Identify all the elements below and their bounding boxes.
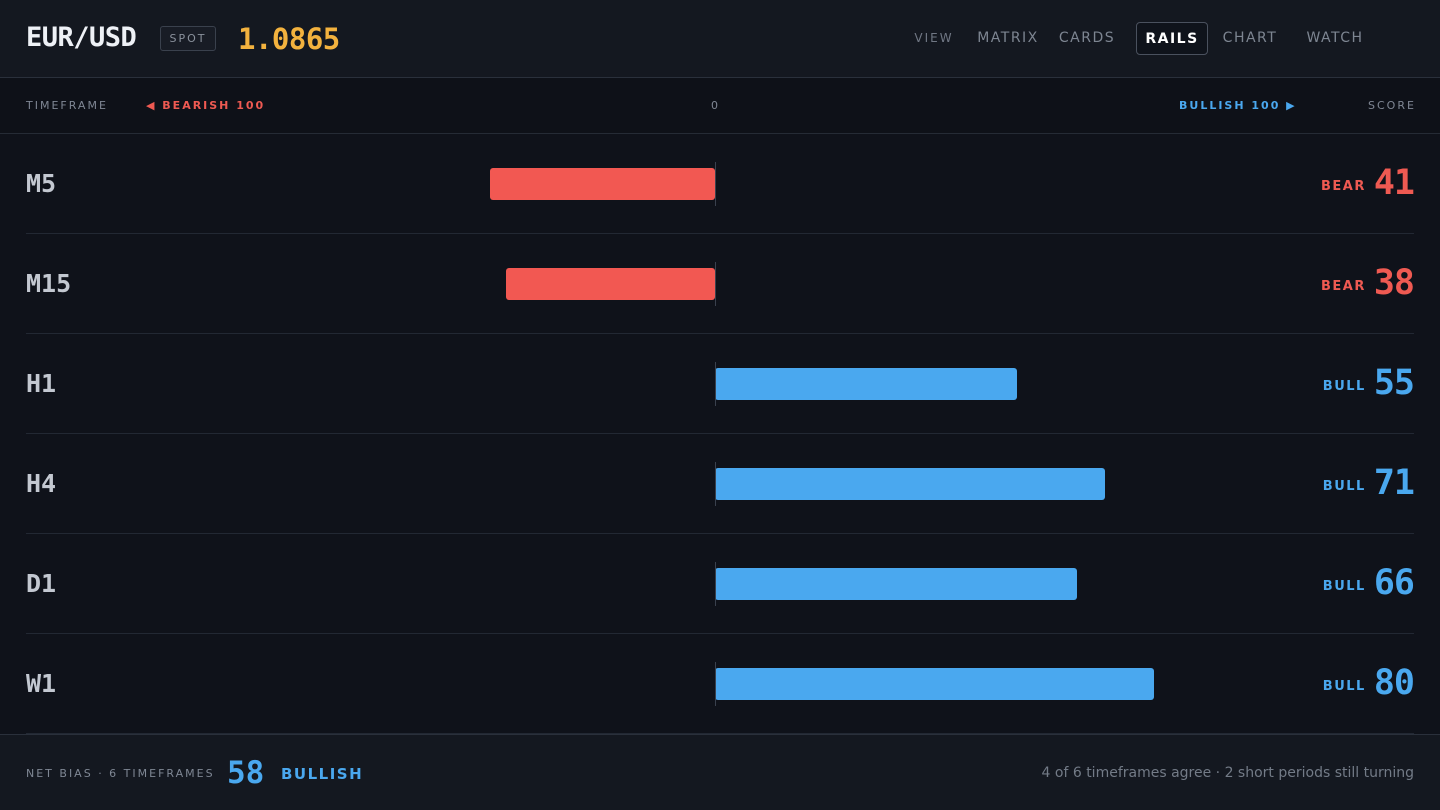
direction-label: BULL	[1322, 579, 1366, 594]
timeframe-label: M15	[26, 269, 72, 298]
view-label: VIEW	[914, 31, 954, 45]
bearish-scale-label: ◀ BEARISH 100	[146, 99, 266, 112]
score-column-label: SCORE	[1368, 99, 1416, 112]
zero-axis-line	[715, 362, 716, 406]
column-header: TIMEFRAME ◀ BEARISH 100 0 BULLISH 100 ▶ …	[0, 78, 1440, 134]
rail-row[interactable]: D1 BULL 66	[26, 534, 1415, 634]
score-value: 38	[1373, 263, 1415, 303]
top-bar: EUR/USD SPOT 1.0865 VIEW MATRIX CARDS RA…	[0, 0, 1440, 78]
rail-row[interactable]: H4 BULL 71	[26, 434, 1415, 534]
zero-axis-line	[715, 462, 716, 506]
timeframe-label: D1	[26, 569, 57, 598]
score-value: 71	[1373, 463, 1415, 503]
timeframe-column-label: TIMEFRAME	[26, 99, 108, 112]
direction-label: BULL	[1322, 679, 1366, 694]
tab-cards[interactable]: CARDS	[1056, 22, 1118, 55]
net-bias-value: 58	[227, 755, 265, 791]
timeframe-label: H4	[26, 469, 57, 498]
sentiment-bar	[715, 368, 1017, 400]
spot-badge: SPOT	[160, 26, 216, 51]
net-bias-direction: BULLISH	[281, 765, 364, 783]
score-cell: BULL 55	[1322, 363, 1415, 403]
zero-axis-line	[715, 162, 716, 206]
sentiment-bar	[715, 568, 1077, 600]
tab-matrix[interactable]: MATRIX	[973, 22, 1043, 55]
score-value: 41	[1373, 163, 1415, 203]
zero-axis-label: 0	[711, 99, 720, 112]
score-value: 66	[1373, 563, 1415, 603]
score-cell: BULL 80	[1322, 663, 1415, 703]
score-cell: BEAR 38	[1320, 263, 1415, 303]
spot-price: 1.0865	[238, 22, 340, 56]
net-bias-label: NET BIAS · 6 TIMEFRAMES	[26, 767, 215, 780]
timeframe-rails: M5 BEAR 41 M15 BEAR 38 H1 BULL 55 H4 BULL 71…	[0, 134, 1440, 734]
tab-watch[interactable]: WATCH	[1300, 22, 1370, 55]
zero-axis-line	[715, 562, 716, 606]
direction-label: BEAR	[1320, 179, 1366, 194]
rail-row[interactable]: H1 BULL 55	[26, 334, 1415, 434]
sentiment-bar	[715, 668, 1154, 700]
sentiment-bar	[490, 168, 715, 200]
net-bias-footer: NET BIAS · 6 TIMEFRAMES 58 BULLISH 4 of …	[0, 734, 1440, 810]
score-value: 80	[1373, 663, 1415, 703]
score-cell: BULL 71	[1322, 463, 1415, 503]
tab-rails[interactable]: RAILS	[1136, 22, 1208, 55]
rail-row[interactable]: W1 BULL 80	[26, 634, 1415, 734]
timeframe-label: M5	[26, 169, 57, 198]
sentiment-bar	[506, 268, 715, 300]
zero-axis-line	[715, 662, 716, 706]
currency-pair: EUR/USD	[26, 22, 137, 53]
bullish-scale-label: BULLISH 100 ▶	[1179, 99, 1297, 112]
sentiment-bar	[715, 468, 1105, 500]
score-cell: BULL 66	[1322, 563, 1415, 603]
direction-label: BULL	[1322, 379, 1366, 394]
score-value: 55	[1373, 363, 1415, 403]
rail-row[interactable]: M15 BEAR 38	[26, 234, 1415, 334]
tab-chart[interactable]: CHART	[1219, 22, 1281, 55]
direction-label: BULL	[1322, 479, 1366, 494]
direction-label: BEAR	[1320, 279, 1366, 294]
timeframe-label: W1	[26, 669, 57, 698]
rail-row[interactable]: M5 BEAR 41	[26, 134, 1415, 234]
score-cell: BEAR 41	[1320, 163, 1415, 203]
agreement-summary: 4 of 6 timeframes agree · 2 short period…	[1041, 765, 1414, 781]
zero-axis-line	[715, 262, 716, 306]
timeframe-label: H1	[26, 369, 57, 398]
